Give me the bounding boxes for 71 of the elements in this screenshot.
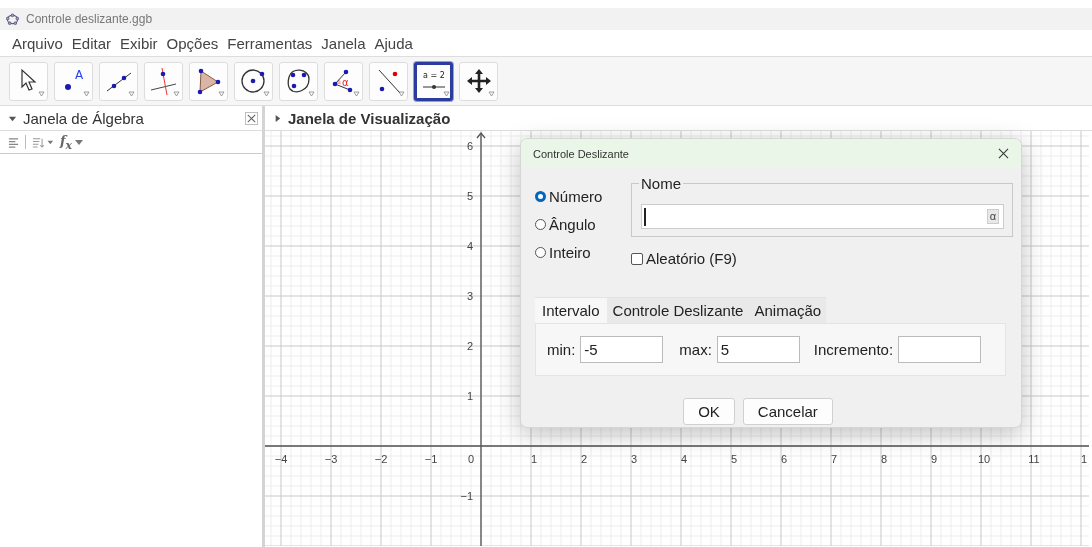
tool-button[interactable] <box>99 61 138 101</box>
input-field[interactable]: -5 <box>580 336 664 363</box>
axis-label: −1 <box>460 490 473 502</box>
axis-label: 4 <box>466 240 473 252</box>
axis-label: 7 <box>830 453 838 465</box>
tab[interactable]: Controle Deslizante <box>606 297 749 323</box>
menu-item[interactable]: Ajuda <box>374 34 413 52</box>
tool-button[interactable] <box>459 61 498 101</box>
axis-label: 8 <box>880 453 888 465</box>
radio-button[interactable] <box>535 190 546 202</box>
tool-button[interactable] <box>279 61 318 101</box>
name-input-field[interactable]: α <box>641 204 1004 229</box>
app-logo-icon <box>6 12 19 26</box>
tool-button[interactable] <box>189 61 228 101</box>
checkbox-label[interactable]: Aleatório (F9) <box>646 250 737 267</box>
axis-label: 10 <box>977 453 991 465</box>
menu-item[interactable]: Opções <box>166 34 219 52</box>
close-icon[interactable] <box>998 148 1009 159</box>
axis-label: 6 <box>466 140 473 152</box>
menu-item[interactable]: Editar <box>71 34 112 52</box>
tab[interactable]: Intervalo <box>535 297 607 323</box>
input-field[interactable] <box>898 336 982 363</box>
tool-button[interactable] <box>9 61 48 101</box>
menu-item[interactable]: Exibir <box>120 34 158 52</box>
axis-label: 1 <box>530 453 538 465</box>
menu-item[interactable]: Ferramentas <box>227 34 313 52</box>
axis-label: 2 <box>580 453 588 465</box>
field-label: Incremento: <box>813 341 894 358</box>
sort-menu-icon[interactable] <box>32 136 54 148</box>
axis-label: 11 <box>1028 453 1040 465</box>
radio-button[interactable] <box>535 246 546 258</box>
field-label: max: <box>679 341 712 358</box>
axis-label: 3 <box>466 290 473 302</box>
axis-label: 4 <box>680 453 688 465</box>
radio-button[interactable] <box>535 218 546 230</box>
axis-label: 1 <box>1080 453 1088 465</box>
axis-label: 1 <box>466 390 473 402</box>
dialog-button[interactable]: OK <box>683 398 735 425</box>
text-cursor <box>644 207 646 226</box>
menu-item[interactable]: Janela <box>321 34 366 52</box>
axis-label: −4 <box>274 453 288 465</box>
window-title: Controle deslizante.ggb <box>26 12 153 26</box>
close-icon[interactable] <box>245 111 258 125</box>
menu-item[interactable]: Arquivo <box>12 34 63 52</box>
dialog-title: Controle Deslizante <box>533 147 629 160</box>
axis-label: 3 <box>630 453 638 465</box>
axis-label: 6 <box>780 453 788 465</box>
checkbox[interactable] <box>631 252 643 265</box>
tab[interactable]: Animação <box>748 297 827 323</box>
radio-label[interactable]: Inteiro <box>549 243 591 261</box>
lines-icon[interactable] <box>8 136 19 148</box>
symbol-button[interactable]: α <box>986 209 999 224</box>
field-label: min: <box>547 341 576 358</box>
caret-icon <box>75 139 84 145</box>
input-menu-button[interactable]: f$_{x}$ <box>60 132 84 152</box>
panel-title: Janela de Álgebra <box>23 109 144 127</box>
dialog-button[interactable]: Cancelar <box>742 398 833 425</box>
axis-label: 9 <box>930 453 938 465</box>
radio-label[interactable]: Ângulo <box>549 215 596 233</box>
expand-triangle-icon[interactable] <box>273 113 282 123</box>
axis-label: −3 <box>324 453 338 465</box>
axis-label: −2 <box>374 453 388 465</box>
axis-label: 2 <box>466 340 473 352</box>
axis-label: 0 <box>467 453 475 465</box>
radio-label[interactable]: Número <box>549 187 603 205</box>
axis-label: −1 <box>424 453 438 465</box>
input-field[interactable]: 5 <box>716 336 800 363</box>
axis-label: 5 <box>466 190 473 202</box>
axis-label: 5 <box>730 453 738 465</box>
tool-button[interactable] <box>234 61 273 101</box>
panel-title: Janela de Visualização <box>288 109 451 127</box>
